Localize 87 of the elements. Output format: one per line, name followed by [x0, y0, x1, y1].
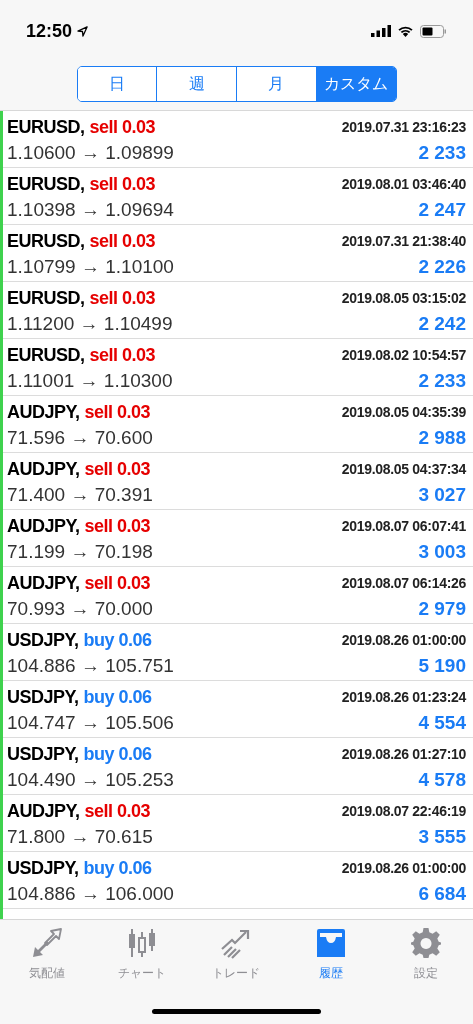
symbol-label: AUDJPY, — [7, 801, 80, 820]
price-range: 104.886 → 105.751 — [7, 656, 174, 675]
profit-value: 4 554 — [418, 713, 466, 732]
symbol-label: EURUSD, — [7, 117, 85, 136]
symbol-label: AUDJPY, — [7, 573, 80, 592]
tab-bar-item[interactable]: 設定 — [378, 920, 473, 986]
symbol-label: USDJPY, — [7, 687, 79, 706]
order-label: buy 0.06 — [83, 630, 152, 649]
symbol-label: EURUSD, — [7, 288, 85, 307]
profit-value: 2 979 — [418, 599, 466, 618]
battery-icon — [420, 24, 447, 38]
order-label: sell 0.03 — [84, 402, 151, 421]
symbol-label: EURUSD, — [7, 174, 85, 193]
trade-time: 2019.08.26 01:00:00 — [341, 632, 466, 647]
price-range: 104.886 → 106.000 — [7, 884, 174, 903]
symbol-label: EURUSD, — [7, 345, 85, 364]
trade-time: 2019.08.05 04:35:39 — [341, 404, 466, 419]
price-range: 70.993 → 70.000 — [7, 599, 153, 618]
tab-bar-item[interactable]: 履歴 — [283, 920, 379, 986]
price-range: 104.747 → 105.506 — [7, 713, 174, 732]
wifi-icon — [397, 25, 414, 37]
trade-time: 2019.07.31 23:16:23 — [341, 119, 466, 134]
segment-tab[interactable]: 週 — [156, 67, 236, 101]
profit-value: 2 226 — [418, 257, 466, 276]
profit-value: 2 247 — [418, 200, 466, 219]
segment-tab[interactable]: カスタム — [315, 67, 396, 101]
trade-time: 2019.08.05 03:15:02 — [341, 290, 466, 305]
symbol-label: AUDJPY, — [7, 459, 80, 478]
symbol-label: AUDJPY, — [7, 516, 80, 535]
trade-time: 2019.08.26 01:27:10 — [341, 746, 466, 761]
profit-value: 3 555 — [418, 827, 466, 846]
order-label: sell 0.03 — [89, 231, 156, 250]
price-range: 104.490 → 105.253 — [7, 770, 174, 789]
location-arrow-icon — [77, 25, 89, 37]
profit-value: 5 190 — [418, 656, 466, 675]
trade-time: 2019.08.01 03:46:40 — [341, 176, 466, 191]
price-range: 1.10799 → 1.10100 — [7, 257, 174, 276]
order-label: sell 0.03 — [89, 174, 156, 193]
symbol-label: AUDJPY, — [7, 402, 80, 421]
price-range: 71.199 → 70.198 — [7, 542, 153, 561]
profit-value: 2 988 — [418, 428, 466, 447]
segment-tab[interactable]: 月 — [236, 67, 316, 101]
order-label: sell 0.03 — [84, 516, 151, 535]
segment-tab[interactable]: 日 — [77, 67, 157, 101]
order-label: sell 0.03 — [84, 573, 151, 592]
signal-icon — [371, 25, 391, 37]
order-label: sell 0.03 — [84, 459, 151, 478]
profit-value: 3 027 — [418, 485, 466, 504]
order-label: sell 0.03 — [84, 801, 151, 820]
inbox-tray-icon — [315, 927, 348, 959]
profit-value: 2 233 — [418, 371, 466, 390]
price-range: 1.11001 → 1.10300 — [7, 371, 173, 390]
trade-time: 2019.08.02 10:54:57 — [341, 347, 466, 362]
price-range: 1.11200 → 1.10499 — [7, 314, 173, 333]
order-label: buy 0.06 — [83, 858, 152, 877]
symbol-label: EURUSD, — [7, 231, 85, 250]
trade-time: 2019.08.07 22:46:19 — [341, 803, 466, 818]
profit-value: 4 578 — [418, 770, 466, 789]
clock-time: 12:50 — [26, 19, 73, 43]
profit-value: 6 684 — [418, 884, 466, 903]
trade-time: 2019.08.07 06:14:26 — [341, 575, 466, 590]
price-range: 71.800 → 70.615 — [7, 827, 153, 846]
trade-time: 2019.07.31 21:38:40 — [341, 233, 466, 248]
tab-bar-item[interactable]: 気配値 — [0, 920, 95, 986]
order-label: sell 0.03 — [89, 288, 156, 307]
price-range: 1.10398 → 1.09694 — [7, 200, 174, 219]
profit-value: 3 003 — [418, 542, 466, 561]
double-arrow-icon — [31, 927, 64, 959]
symbol-label: USDJPY, — [7, 630, 79, 649]
profit-value: 2 242 — [418, 314, 466, 333]
trade-time: 2019.08.07 06:07:41 — [341, 518, 466, 533]
order-label: buy 0.06 — [83, 744, 152, 763]
order-label: buy 0.06 — [83, 687, 152, 706]
symbol-label: USDJPY, — [7, 858, 79, 877]
trade-time: 2019.08.05 04:37:34 — [341, 461, 466, 476]
symbol-label: USDJPY, — [7, 744, 79, 763]
gear-icon — [409, 927, 442, 959]
profit-value: 2 233 — [418, 143, 466, 162]
trade-time: 2019.08.26 01:00:00 — [341, 860, 466, 875]
price-range: 71.400 → 70.391 — [7, 485, 153, 504]
order-label: sell 0.03 — [89, 117, 156, 136]
price-range: 71.596 → 70.600 — [7, 428, 153, 447]
tab-bar-item[interactable]: チャート — [94, 920, 190, 986]
trade-time: 2019.08.26 01:23:24 — [341, 689, 466, 704]
tab-bar-item[interactable]: トレード — [189, 920, 284, 986]
price-range: 1.10600 → 1.09899 — [7, 143, 174, 162]
order-label: sell 0.03 — [89, 345, 156, 364]
